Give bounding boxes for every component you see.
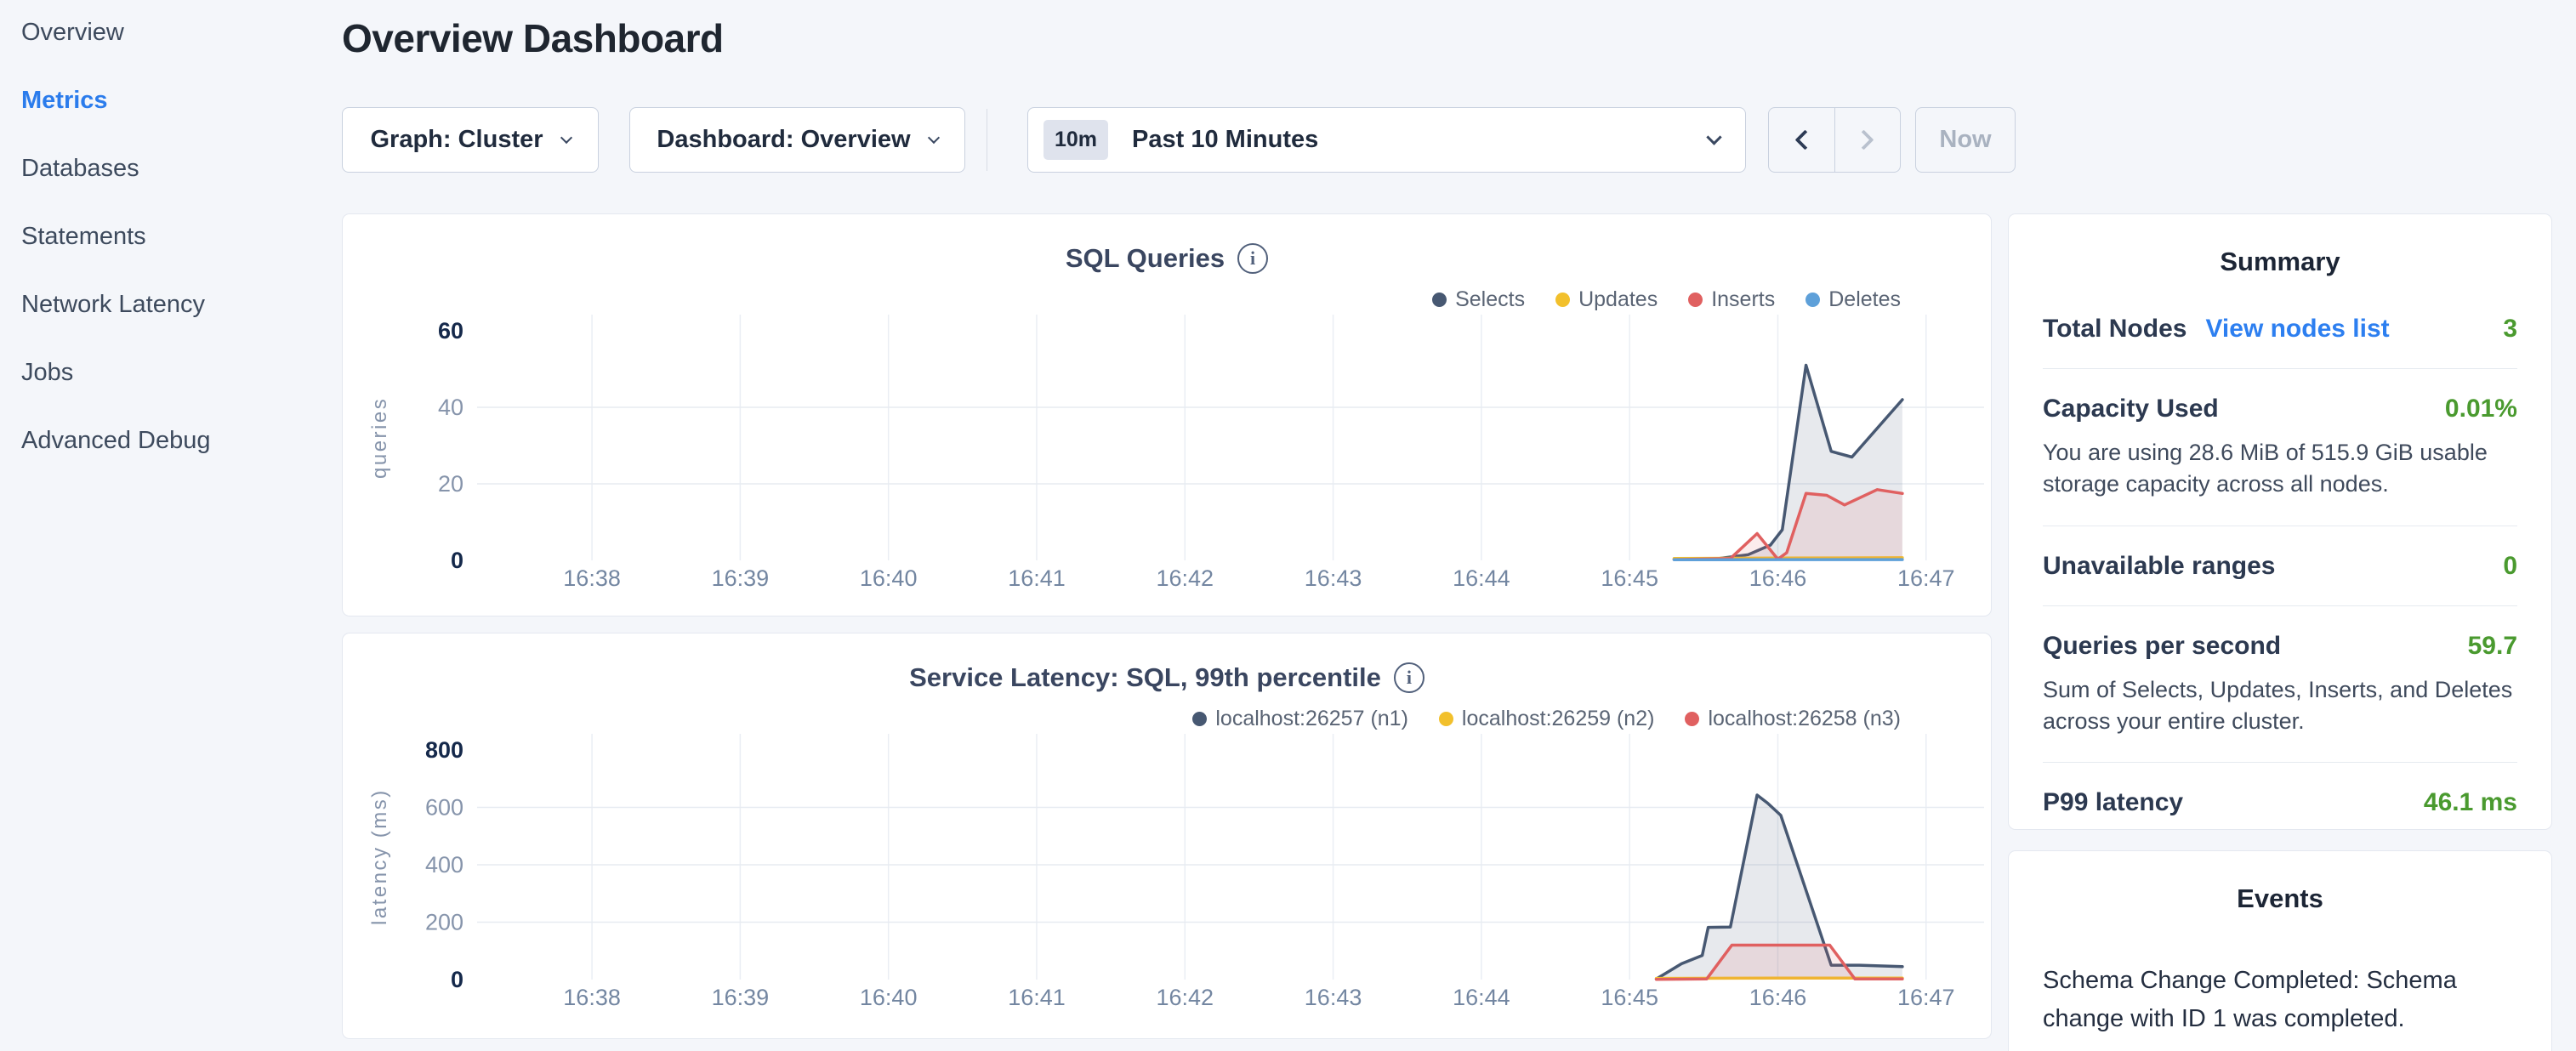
page-title: Overview Dashboard (342, 15, 724, 61)
events-body: Schema Change Completed: Schema change w… (2009, 914, 2551, 1051)
svg-text:40: 40 (438, 395, 463, 420)
svg-text:0: 0 (451, 967, 463, 992)
summary-panel: Summary Total Nodes View nodes list 3 Ca… (2008, 213, 2552, 830)
svg-text:200: 200 (425, 910, 463, 935)
svg-text:16:40: 16:40 (860, 985, 918, 1010)
sidebar-item-network-latency[interactable]: Network Latency (21, 293, 342, 317)
events-title: Events (2009, 851, 2551, 914)
time-range-selector[interactable]: 10m Past 10 Minutes (1027, 107, 1746, 173)
dashboard-selector-label: Dashboard: Overview (657, 126, 910, 154)
svg-text:20: 20 (438, 471, 463, 497)
svg-text:16:44: 16:44 (1453, 565, 1510, 591)
svg-text:16:45: 16:45 (1601, 565, 1658, 591)
graph-selector-label: Graph: Cluster (370, 126, 543, 154)
sql-queries-plot: 16:38 16:39 16:40 16:41 16:42 16:43 16:44 16:45… (343, 214, 1993, 617)
chevron-down-icon (928, 131, 940, 143)
svg-text:60: 60 (438, 318, 463, 344)
summary-description: Sum of Selects, Updates, Inserts, and De… (2043, 674, 2517, 738)
summary-description: You are using 28.6 MiB of 515.9 GiB usab… (2043, 437, 2517, 501)
time-window-badge: 10m (1043, 120, 1108, 160)
summary-label: Unavailable ranges (2043, 552, 2275, 581)
summary-label: Queries per second (2043, 632, 2281, 661)
svg-text:16:38: 16:38 (563, 565, 621, 591)
sidebar-item-databases[interactable]: Databases (21, 156, 342, 181)
chevron-down-icon (1706, 129, 1721, 145)
sidebar-item-overview[interactable]: Overview (21, 20, 342, 45)
svg-text:800: 800 (425, 737, 463, 763)
svg-text:16:42: 16:42 (1156, 985, 1214, 1010)
svg-text:16:41: 16:41 (1008, 565, 1066, 591)
svg-text:16:43: 16:43 (1305, 565, 1362, 591)
service-latency-chart-card: Service Latency: SQL, 99th percentile i … (342, 633, 1992, 1039)
step-forward-button[interactable] (1834, 108, 1901, 172)
svg-text:16:40: 16:40 (860, 565, 918, 591)
svg-text:16:43: 16:43 (1305, 985, 1362, 1010)
time-step-buttons (1768, 107, 1901, 173)
summary-value: 46.1 ms (2424, 788, 2517, 817)
svg-text:16:47: 16:47 (1897, 985, 1955, 1010)
time-window-label: Past 10 Minutes (1132, 126, 1318, 154)
summary-body: Total Nodes View nodes list 3 Capacity U… (2009, 277, 2551, 842)
summary-value: 59.7 (2468, 632, 2517, 661)
summary-label: Capacity Used (2043, 395, 2219, 423)
step-back-button[interactable] (1769, 108, 1834, 172)
chevron-right-icon (1854, 129, 1874, 150)
svg-text:16:47: 16:47 (1897, 565, 1955, 591)
summary-row-queries-per-second: Queries per second 59.7 Sum of Selects, … (2043, 605, 2517, 763)
chevron-left-icon (1794, 129, 1815, 150)
svg-text:16:44: 16:44 (1453, 985, 1510, 1010)
svg-text:16:46: 16:46 (1749, 565, 1807, 591)
svg-text:16:46: 16:46 (1749, 985, 1807, 1010)
summary-title: Summary (2009, 214, 2551, 277)
graph-selector-dropdown[interactable]: Graph: Cluster (342, 107, 599, 173)
summary-label: Total Nodes (2043, 315, 2186, 344)
svg-text:16:41: 16:41 (1008, 985, 1066, 1010)
summary-row-total-nodes: Total Nodes View nodes list 3 (2043, 289, 2517, 368)
now-button[interactable]: Now (1915, 107, 2016, 173)
svg-text:600: 600 (425, 795, 463, 821)
summary-row-unavailable-ranges: Unavailable ranges 0 (2043, 526, 2517, 605)
sidebar-item-advanced-debug[interactable]: Advanced Debug (21, 429, 342, 453)
sidebar-item-jobs[interactable]: Jobs (21, 361, 342, 385)
svg-text:16:38: 16:38 (563, 985, 621, 1010)
service-latency-plot: 16:38 16:39 16:40 16:41 16:42 16:43 16:44 16:45… (343, 633, 1993, 1040)
summary-row-capacity-used: Capacity Used 0.01% You are using 28.6 M… (2043, 368, 2517, 526)
sql-queries-chart-card: SQL Queries i SelectsUpdatesInsertsDelet… (342, 213, 1992, 616)
svg-text:400: 400 (425, 852, 463, 878)
chevron-down-icon (560, 131, 571, 143)
svg-text:16:39: 16:39 (712, 565, 770, 591)
sidebar-item-statements[interactable]: Statements (21, 224, 342, 249)
svg-text:16:39: 16:39 (712, 985, 770, 1010)
dashboard-selector-dropdown[interactable]: Dashboard: Overview (629, 107, 965, 173)
event-item[interactable]: Schema Change Completed: Schema change w… (2043, 962, 2517, 1051)
summary-value: 0.01% (2445, 395, 2517, 423)
svg-text:0: 0 (451, 548, 463, 573)
view-nodes-list-link[interactable]: View nodes list (2205, 315, 2389, 344)
svg-text:16:45: 16:45 (1601, 985, 1658, 1010)
app-root: Overview Metrics Databases Statements Ne… (0, 0, 2576, 1051)
summary-label: P99 latency (2043, 788, 2183, 817)
event-message: Schema Change Completed: Schema change w… (2043, 962, 2517, 1038)
summary-value: 3 (2503, 315, 2517, 344)
events-panel: Events Schema Change Completed: Schema c… (2008, 850, 2552, 1051)
sidebar-item-metrics[interactable]: Metrics (21, 88, 342, 113)
event-timestamp: May 13, 2020 at 4:45 PM (2043, 1047, 2517, 1051)
summary-row-p99-latency: P99 latency 46.1 ms (2043, 762, 2517, 842)
svg-text:16:42: 16:42 (1156, 565, 1214, 591)
sidebar: Overview Metrics Databases Statements Ne… (0, 0, 342, 1051)
summary-value: 0 (2503, 552, 2517, 581)
